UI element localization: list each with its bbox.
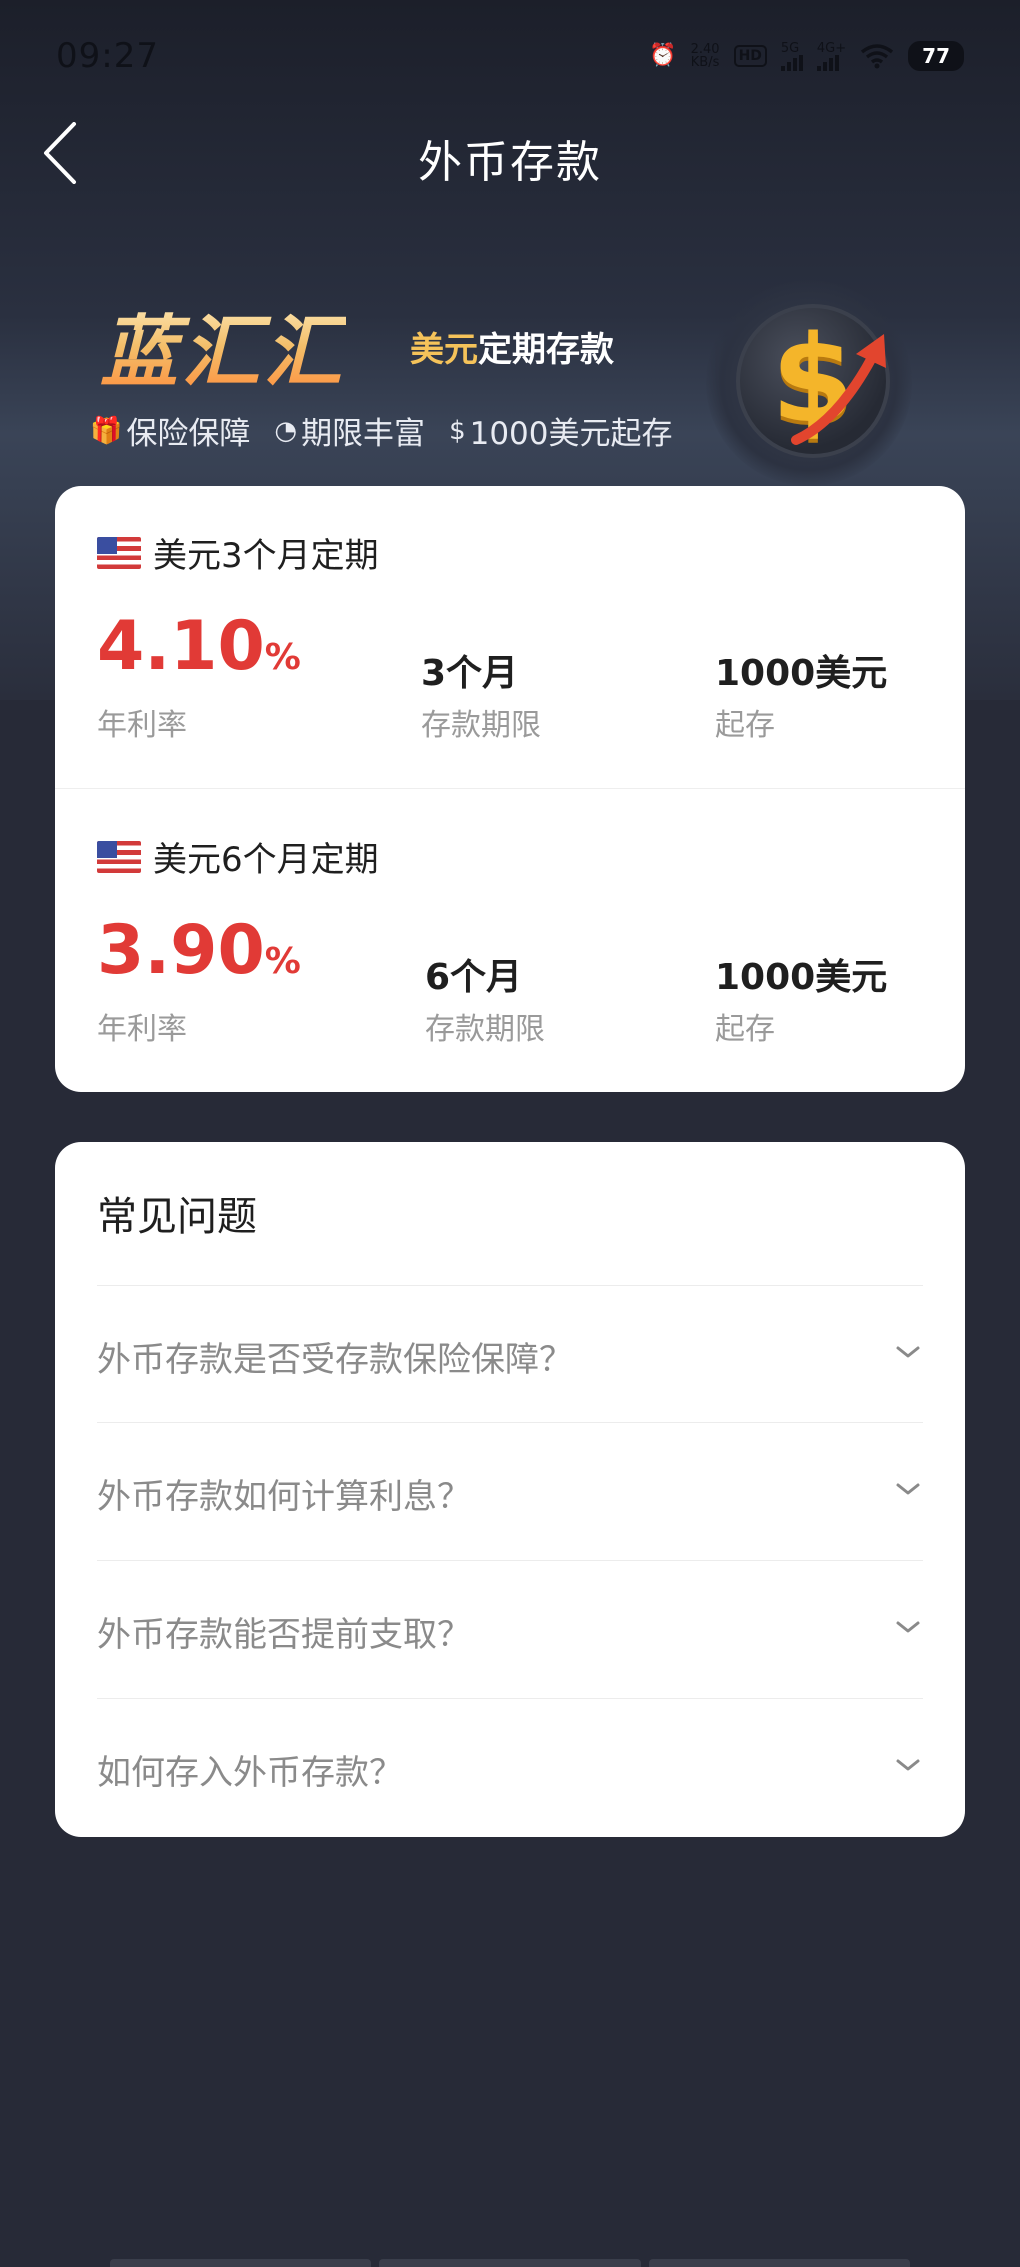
feature-list: 🎁 保险保障 ◔ 期限丰富 $ 1000美元起存 xyxy=(90,408,673,453)
rate-label: 年利率 xyxy=(97,708,187,743)
min-deposit-value: 1000美元 xyxy=(715,653,888,694)
us-flag-icon xyxy=(97,840,141,873)
brand-subtitle: 美元定期存款 xyxy=(410,322,614,371)
product-name-label: 美元3个月定期 xyxy=(153,536,379,576)
brand-subtitle-highlight: 美元 xyxy=(410,330,478,370)
status-time: 09:27 xyxy=(56,36,159,76)
faq-question: 外币存款是否受存款保险保障？ xyxy=(97,1340,573,1380)
faq-question: 外币存款能否提前支取？ xyxy=(97,1615,471,1655)
growth-arrow-icon xyxy=(791,334,886,445)
signal-4g-icon: 4G+ xyxy=(816,40,847,71)
gift-icon: 🎁 xyxy=(90,415,123,446)
signal-5g-icon: 5G xyxy=(780,40,803,71)
faq-title: 常见问题 xyxy=(97,1194,257,1240)
chevron-down-icon xyxy=(896,1621,920,1633)
faq-question: 如何存入外币存款？ xyxy=(97,1753,403,1793)
rate-value: 3.90% xyxy=(97,915,301,998)
feature-insurance: 🎁 保险保障 xyxy=(90,408,250,453)
rate-unit: % xyxy=(264,941,301,982)
status-icons: ⏰ 2.40 KB/s HD 5G 4G+ 77 xyxy=(649,36,964,76)
rate-label: 年利率 xyxy=(97,1012,187,1047)
signal-4g-label: 4G+ xyxy=(816,40,847,56)
feature-terms: ◔ 期限丰富 xyxy=(274,408,425,453)
faq-item[interactable]: 外币存款能否提前支取？ xyxy=(97,1560,923,1698)
network-speed-unit: KB/s xyxy=(690,55,720,70)
rate-number: 3.90 xyxy=(97,911,265,990)
page-title: 外币存款 xyxy=(418,137,602,188)
faq-item[interactable]: 外币存款是否受存款保险保障？ xyxy=(97,1285,923,1423)
hd-icon: HD xyxy=(733,45,767,67)
term-label: 存款期限 xyxy=(425,1012,545,1047)
product-item[interactable]: 美元6个月定期 3.90% 年利率 6个月 存款期限 1000美元 起存 xyxy=(55,790,965,1092)
faq-item[interactable]: 如何存入外币存款？ xyxy=(97,1698,923,1836)
product-item[interactable]: 美元3个月定期 4.10% 年利率 3个月 存款期限 1000美元 起存 xyxy=(55,486,965,788)
feature-label: 期限丰富 xyxy=(301,416,426,452)
network-speed: 2.40 KB/s xyxy=(691,43,720,69)
feature-label: 保险保障 xyxy=(126,416,251,452)
product-name-label: 美元6个月定期 xyxy=(153,840,379,880)
min-deposit-label: 起存 xyxy=(715,708,775,743)
feature-label: 1000美元起存 xyxy=(469,416,673,452)
faq-card: 常见问题 外币存款是否受存款保险保障？ 外币存款如何计算利息？ 外币存款能否提前… xyxy=(55,1142,965,1837)
alarm-icon: ⏰ xyxy=(649,43,677,68)
clock-check-icon: ◔ xyxy=(274,415,298,446)
faq-item[interactable]: 外币存款如何计算利息？ xyxy=(97,1422,923,1560)
rate-value: 4.10% xyxy=(97,611,301,694)
battery-indicator: 77 xyxy=(908,41,964,71)
chevron-down-icon xyxy=(896,1483,920,1495)
term-value: 6个月 xyxy=(425,957,523,998)
chevron-down-icon xyxy=(896,1759,920,1771)
product-name: 美元3个月定期 xyxy=(97,528,379,577)
faq-question: 外币存款如何计算利息？ xyxy=(97,1477,471,1517)
rate-number: 4.10 xyxy=(97,607,265,686)
product-name: 美元6个月定期 xyxy=(97,832,379,881)
rate-unit: % xyxy=(264,637,301,678)
brand-subtitle-rest: 定期存款 xyxy=(478,330,614,370)
bottom-handle xyxy=(110,2259,910,2267)
status-bar: 09:27 ⏰ 2.40 KB/s HD 5G 4G+ 77 xyxy=(0,0,1020,110)
feature-minimum: $ 1000美元起存 xyxy=(449,408,672,453)
signal-5g-label: 5G xyxy=(780,40,800,56)
divider xyxy=(55,788,965,789)
brand-logo: 蓝汇汇 xyxy=(100,290,346,402)
product-card: 美元3个月定期 4.10% 年利率 3个月 存款期限 1000美元 起存 美元6… xyxy=(55,486,965,1092)
term-label: 存款期限 xyxy=(421,708,541,743)
chevron-down-icon xyxy=(896,1346,920,1358)
min-deposit-label: 起存 xyxy=(715,1012,775,1047)
min-deposit-value: 1000美元 xyxy=(715,957,888,998)
term-value: 3个月 xyxy=(421,653,519,694)
dollar-circle-icon: $ xyxy=(449,415,466,446)
us-flag-icon xyxy=(97,536,141,569)
wifi-icon xyxy=(861,44,894,69)
